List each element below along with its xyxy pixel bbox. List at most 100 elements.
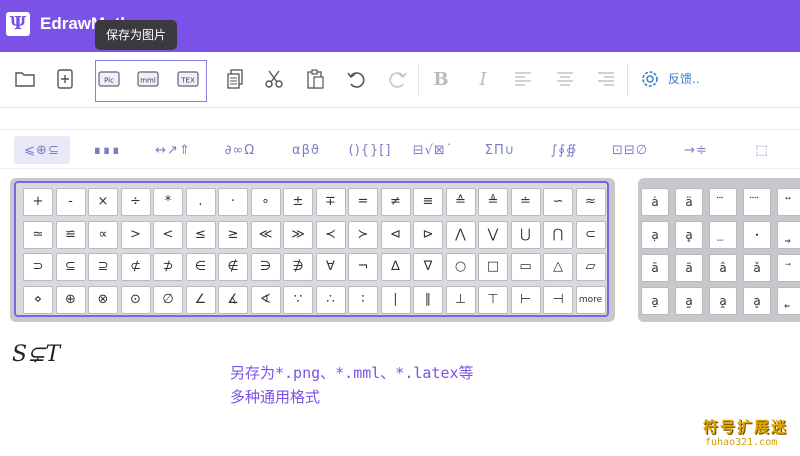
- symbol-button[interactable]: ⊗: [88, 285, 118, 314]
- symbol-button[interactable]: ∵: [283, 285, 313, 314]
- symbol-button[interactable]: ≌: [55, 220, 86, 249]
- tab-relations[interactable]: ⩽⊕⊆: [14, 136, 70, 164]
- feedback-link[interactable]: 反馈..: [668, 70, 700, 87]
- align-left-button[interactable]: [510, 66, 536, 92]
- settings-button[interactable]: [637, 66, 663, 92]
- symbol-button[interactable]: □: [478, 253, 508, 281]
- symbol-button[interactable]: ∈: [185, 253, 216, 281]
- tab-matrices[interactable]: ⬚: [738, 136, 786, 164]
- accent-template-button[interactable]: ⃗: [777, 254, 800, 282]
- accent-template-button[interactable]: ⃯: [777, 221, 800, 249]
- symbol-button[interactable]: +: [23, 188, 53, 216]
- symbol-button[interactable]: ∆: [380, 253, 411, 281]
- symbol-button[interactable]: ≻: [348, 220, 378, 249]
- open-file-button[interactable]: [12, 66, 38, 92]
- accent-template-button[interactable]: a̬: [743, 287, 771, 315]
- align-right-button[interactable]: [593, 66, 619, 92]
- symbol-button[interactable]: ⋀: [445, 220, 476, 249]
- accent-template-button[interactable]: ⃡: [777, 188, 800, 216]
- tab-integrals[interactable]: ∫∮∯: [536, 136, 592, 164]
- symbol-button[interactable]: ⊢: [510, 285, 541, 314]
- tab-sums-products[interactable]: ΣΠ∪: [472, 136, 528, 164]
- formula-editor[interactable]: S⊊T 另存为*.png、*.mml、*.latex等 多种通用格式 符号扩展迷…: [0, 330, 800, 456]
- accent-template-button[interactable]: â: [709, 254, 737, 282]
- symbol-button[interactable]: ⊳: [413, 220, 443, 249]
- symbol-button[interactable]: ÷: [120, 188, 151, 216]
- symbol-button[interactable]: ∉: [218, 253, 248, 281]
- symbol-button[interactable]: ∢: [250, 285, 281, 314]
- accent-template-button[interactable]: a̭: [709, 287, 737, 315]
- symbol-button[interactable]: -: [55, 188, 86, 216]
- symbol-button[interactable]: ∥: [413, 285, 443, 314]
- tab-brackets[interactable]: (){}[]: [342, 136, 398, 164]
- accent-template-button[interactable]: ⃜: [743, 188, 771, 216]
- accent-template-button[interactable]: ḁ: [675, 221, 703, 249]
- accent-template-button[interactable]: ȧ: [641, 188, 669, 216]
- accent-template-button[interactable]: a̰: [675, 287, 703, 315]
- symbol-button[interactable]: ⊄: [120, 253, 151, 281]
- accent-template-button[interactable]: ā: [641, 254, 669, 282]
- undo-button[interactable]: [344, 66, 370, 92]
- bold-button[interactable]: B: [428, 66, 454, 92]
- symbol-button[interactable]: ≃: [23, 220, 53, 249]
- tab-spaces[interactable]: ∎∎∎: [80, 136, 134, 164]
- symbol-button[interactable]: ⊇: [88, 253, 118, 281]
- symbol-button[interactable]: ≥: [218, 220, 248, 249]
- symbol-button[interactable]: ∶: [348, 285, 378, 314]
- accent-template-button[interactable]: ꞏ: [743, 221, 771, 249]
- symbol-button[interactable]: ⊙: [120, 285, 151, 314]
- export-tex-button[interactable]: TEX: [176, 66, 200, 92]
- cut-button[interactable]: [261, 66, 287, 92]
- symbol-button[interactable]: ±: [283, 188, 313, 216]
- tab-arrows[interactable]: ↔↗⇑: [145, 136, 201, 164]
- symbol-button[interactable]: ∀: [315, 253, 346, 281]
- symbol-button[interactable]: ⊕: [55, 285, 86, 314]
- symbol-button[interactable]: ∠: [185, 285, 216, 314]
- export-pic-button[interactable]: Pic: [97, 66, 121, 92]
- symbol-button[interactable]: ⋄: [23, 285, 53, 314]
- symbol-button[interactable]: ⊲: [380, 220, 411, 249]
- copy-button[interactable]: [222, 66, 248, 92]
- accent-template-button[interactable]: ⃮: [777, 287, 800, 315]
- symbol-button[interactable]: ×: [88, 188, 118, 216]
- new-file-button[interactable]: [52, 66, 78, 92]
- tab-symbols[interactable]: ∂∞Ω: [212, 136, 268, 164]
- symbol-button[interactable]: ≺: [315, 220, 346, 249]
- symbol-button[interactable]: *: [153, 188, 183, 216]
- symbol-button[interactable]: >: [120, 220, 151, 249]
- symbol-button[interactable]: ⊤: [478, 285, 508, 314]
- symbol-button[interactable]: ≈: [575, 188, 606, 216]
- symbol-button[interactable]: ¬: [348, 253, 378, 281]
- accent-template-button[interactable]: a̱: [641, 287, 669, 315]
- symbol-button[interactable]: ⊂: [575, 220, 606, 249]
- symbol-button[interactable]: ∽: [543, 188, 573, 216]
- symbol-button[interactable]: ≡: [413, 188, 443, 216]
- symbol-button[interactable]: ⋁: [478, 220, 508, 249]
- symbol-button[interactable]: ⊥: [445, 285, 476, 314]
- symbol-button[interactable]: △: [543, 253, 573, 281]
- paste-button[interactable]: [302, 66, 328, 92]
- symbol-button[interactable]: ≠: [380, 188, 411, 216]
- symbol-button[interactable]: ○: [445, 253, 476, 281]
- symbol-button[interactable]: ▭: [510, 253, 541, 281]
- italic-button[interactable]: I: [470, 66, 496, 92]
- symbol-button[interactable]: ⊃: [23, 253, 53, 281]
- more-symbols-button[interactable]: more: [575, 285, 606, 314]
- symbol-button[interactable]: <: [153, 220, 183, 249]
- symbol-button[interactable]: ⊆: [55, 253, 86, 281]
- symbol-button[interactable]: ≙: [445, 188, 476, 216]
- symbol-button[interactable]: ⊅: [153, 253, 183, 281]
- symbol-button[interactable]: ·: [218, 188, 248, 216]
- symbol-button[interactable]: ∓: [315, 188, 346, 216]
- symbol-button[interactable]: ≫: [283, 220, 313, 249]
- symbol-button[interactable]: ≪: [250, 220, 281, 249]
- symbol-button[interactable]: ⊣: [543, 285, 573, 314]
- symbol-button[interactable]: ∴: [315, 285, 346, 314]
- accent-template-button[interactable]: ạ: [641, 221, 669, 249]
- redo-button[interactable]: [384, 66, 410, 92]
- tab-decorations[interactable]: ⊡⊟∅: [602, 136, 658, 164]
- symbol-button[interactable]: ∝: [88, 220, 118, 249]
- accent-template-button[interactable]: ä: [675, 188, 703, 216]
- export-mml-button[interactable]: mml: [136, 66, 160, 92]
- symbol-button[interactable]: ∌: [283, 253, 313, 281]
